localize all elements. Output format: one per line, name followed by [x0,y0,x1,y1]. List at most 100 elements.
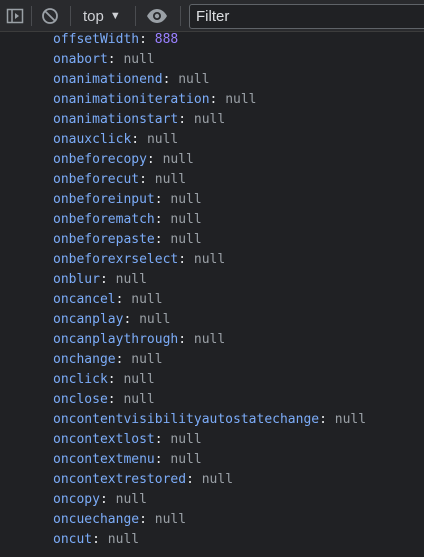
property-separator: : [154,232,171,247]
property-separator: : [99,492,116,507]
sidebar-toggle-icon [6,7,24,25]
filter-input[interactable] [189,4,424,29]
property-separator: : [162,72,179,87]
property-value: null [154,512,187,527]
property-key: onchange [53,352,116,367]
property-separator: : [178,252,194,267]
property-key: oncanplay [53,312,124,327]
property-row[interactable]: oncancel: null [53,290,366,310]
property-row[interactable]: oncontextmenu: null [53,450,366,470]
property-key: onbeforecopy [53,152,147,167]
property-value: null [193,332,226,347]
property-row[interactable]: onclose: null [53,390,366,410]
property-value: null [225,92,257,107]
property-separator: : [146,152,163,167]
property-value: null [115,492,147,507]
property-key: oncanplaythrough [53,332,179,347]
property-separator: : [178,112,194,127]
property-value: null [170,212,202,227]
property-key: onanimationend [53,72,163,87]
property-row[interactable]: onbeforeinput: null [53,190,366,210]
property-value: null [123,52,155,67]
property-value: null [193,112,226,127]
property-row[interactable]: onanimationend: null [53,70,366,90]
property-value: 888 [154,32,179,47]
property-value: null [123,372,155,387]
property-row[interactable]: onbeforecut: null [53,170,366,190]
property-row[interactable]: onanimationstart: null [53,110,366,130]
property-key: oncontextrestored [53,472,187,487]
property-value: null [170,432,202,447]
property-row[interactable]: oncut: null [53,530,366,550]
property-separator: : [123,312,140,327]
property-value: null [107,532,140,547]
property-list: offsetWidth: 888 onabort: null onanimation… [53,30,366,550]
property-separator: : [115,292,132,307]
property-value: null [131,352,163,367]
property-separator: : [92,532,108,547]
property-row[interactable]: onblur: null [53,270,366,290]
property-row[interactable]: onclick: null [53,370,366,390]
property-value: null [139,312,171,327]
property-separator: : [107,52,124,67]
property-row[interactable]: onauxclick: null [53,130,366,150]
property-key: oncut [53,532,93,547]
property-key: offsetWidth [53,32,140,47]
property-value: null [146,132,179,147]
property-row[interactable]: oncontextlost: null [53,430,366,450]
property-value: null [170,192,202,207]
property-separator: : [154,432,171,447]
property-row[interactable]: oncontentvisibilityautostatechange: null [53,410,366,430]
property-row[interactable]: onabort: null [53,50,366,70]
property-row[interactable]: onbeforecopy: null [53,150,366,170]
property-value: null [154,172,187,187]
property-separator: : [209,92,226,107]
property-key: onbeforecut [53,172,140,187]
property-row[interactable]: offsetWidth: 888 [53,30,366,50]
property-separator: : [131,132,147,147]
property-key: onclick [53,372,108,387]
property-value: null [162,152,194,167]
property-key: oncontentvisibilityautostatechange [53,412,320,427]
property-separator: : [107,372,124,387]
property-row[interactable]: onbeforexrselect: null [53,250,366,270]
property-separator: : [186,472,202,487]
property-key: onbeforexrselect [53,252,179,267]
property-key: onabort [53,52,108,67]
property-key: oncontextmenu [53,452,155,467]
toolbar-divider [31,6,32,26]
property-key: onclose [53,392,108,407]
property-separator: : [154,452,171,467]
property-key: onblur [53,272,100,287]
property-row[interactable]: oncanplay: null [53,310,366,330]
property-separator: : [99,272,116,287]
property-separator: : [139,32,155,47]
toolbar-divider [180,6,181,26]
property-key: onbeforeinput [53,192,155,207]
sidebar-toggle-button[interactable] [4,5,26,27]
property-row[interactable]: oncuechange: null [53,510,366,530]
property-separator: : [154,192,171,207]
property-row[interactable]: onchange: null [53,350,366,370]
property-row[interactable]: onbeforematch: null [53,210,366,230]
property-value: null [334,412,367,427]
chevron-down-icon: ▼ [109,10,121,22]
property-value: null [178,72,210,87]
property-key: oncontextlost [53,432,155,447]
property-row[interactable]: oncopy: null [53,490,366,510]
property-separator: : [115,352,132,367]
property-key: onauxclick [53,132,132,147]
property-key: oncuechange [53,512,140,527]
property-key: onbeforematch [53,212,155,227]
property-separator: : [107,392,124,407]
property-key: oncancel [53,292,116,307]
property-row[interactable]: onbeforepaste: null [53,230,366,250]
property-key: onanimationstart [53,112,179,127]
property-separator: : [178,332,194,347]
property-row[interactable]: oncontextrestored: null [53,470,366,490]
property-value: null [201,472,234,487]
property-separator: : [154,212,171,227]
property-separator: : [139,172,155,187]
property-row[interactable]: onanimationiteration: null [53,90,366,110]
property-row[interactable]: oncanplaythrough: null [53,330,366,350]
